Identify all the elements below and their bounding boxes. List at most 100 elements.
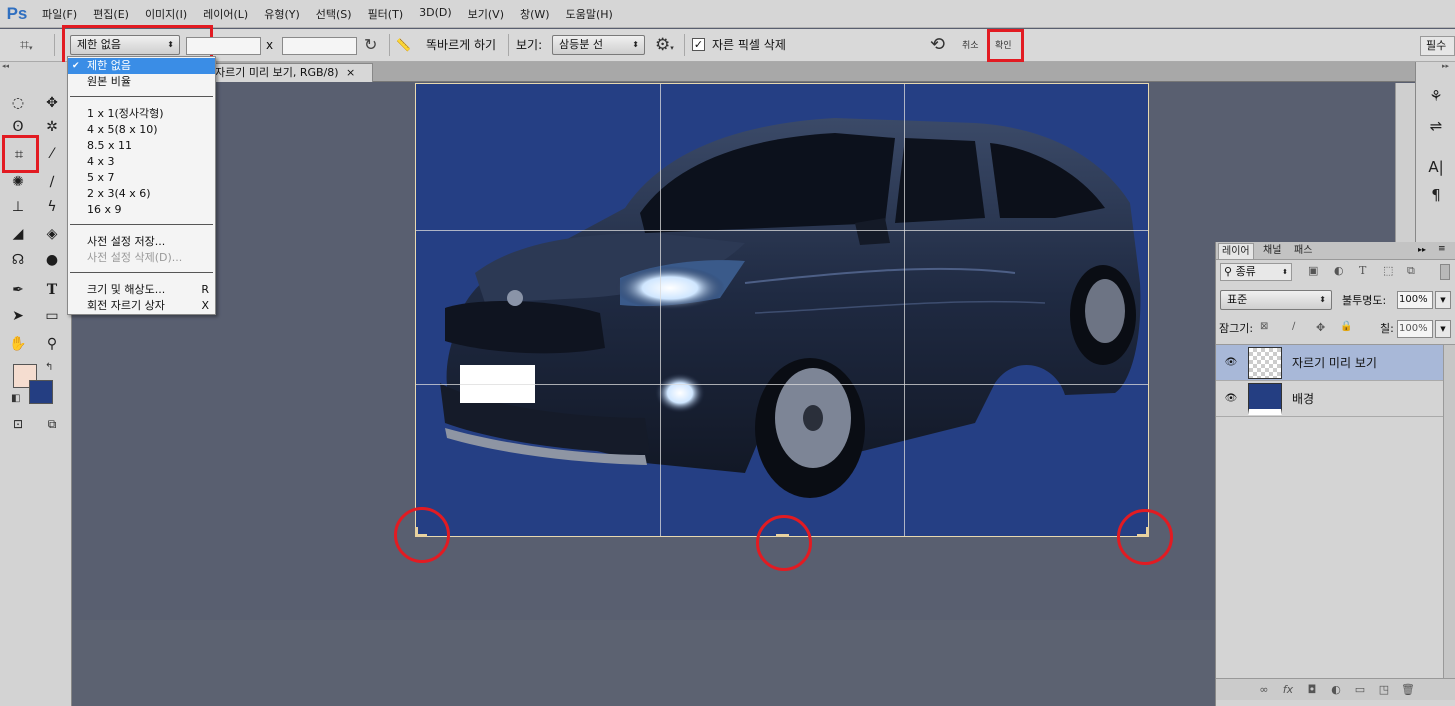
tab-paths[interactable]: 패스 (1291, 243, 1315, 259)
background-color-swatch[interactable] (29, 380, 53, 404)
opacity-dropdown-arrow[interactable]: ▼ (1435, 291, 1451, 309)
magic-wand-tool-icon[interactable]: ✲ (41, 117, 63, 137)
menu-item[interactable]: 3D(D) (411, 6, 460, 22)
filter-shape-icon[interactable]: ⬚ (1383, 264, 1393, 277)
fill-dropdown-arrow[interactable]: ▼ (1435, 320, 1451, 338)
lock-transparent-icon[interactable]: ⊠ (1260, 321, 1268, 332)
menu-item[interactable]: 필터(T) (360, 6, 412, 22)
brush-tool-icon[interactable]: ∕ (41, 172, 63, 192)
filter-adjustment-icon[interactable]: ◐ (1334, 264, 1344, 277)
link-layers-icon[interactable]: ∞ (1256, 682, 1272, 698)
visibility-eye-icon[interactable]: 👁 (1224, 356, 1238, 370)
panel-menu-icon[interactable]: ≡ (1438, 244, 1446, 254)
lock-all-icon[interactable]: 🔒 (1340, 321, 1352, 332)
dropdown-item[interactable]: 크기 및 해상도... R (68, 282, 215, 298)
new-group-icon[interactable]: ▭ (1352, 682, 1368, 698)
gear-icon[interactable]: ⚙▾ (655, 34, 677, 56)
document-tab[interactable]: 자르기 미리 보기, RGB/8) × (210, 63, 373, 82)
layer-row[interactable]: 👁 배경 (1216, 381, 1443, 417)
default-colors-icon[interactable]: ◧ (11, 393, 20, 404)
pen-tool-icon[interactable]: ✒ (7, 280, 29, 300)
fill-input[interactable]: 100% (1397, 320, 1433, 338)
add-mask-icon[interactable]: ◘ (1304, 682, 1320, 698)
crop-height-input[interactable] (282, 37, 357, 55)
rectangle-tool-icon[interactable]: ▭ (41, 306, 63, 326)
tab-channels[interactable]: 채널 (1260, 243, 1284, 259)
quick-mask-icon[interactable]: ⊡ (7, 414, 29, 434)
close-tab-icon[interactable]: × (346, 66, 355, 79)
adjustments-icon[interactable]: ⇌ (1424, 116, 1448, 136)
visibility-eye-icon[interactable]: 👁 (1224, 392, 1238, 406)
opacity-input[interactable]: 100% (1397, 291, 1433, 309)
cancel-crop-button[interactable]: 취소 (962, 38, 979, 51)
history-brush-tool-icon[interactable]: ϟ (41, 197, 63, 217)
healing-brush-tool-icon[interactable]: ✺ (7, 172, 29, 192)
paragraph-panel-icon[interactable]: ¶ (1424, 185, 1448, 205)
dodge-tool-icon[interactable]: ● (41, 250, 63, 270)
dropdown-item[interactable]: 사전 설정 저장... (68, 234, 215, 250)
paint-bucket-tool-icon[interactable]: ◈ (41, 224, 63, 244)
dropdown-item[interactable]: 8.5 x 11 (68, 138, 215, 154)
delete-layer-icon[interactable]: 🗑 (1400, 682, 1416, 698)
zoom-tool-icon[interactable]: ⚲ (41, 334, 63, 354)
swap-dimensions-icon[interactable]: ↻ (364, 35, 384, 55)
dropdown-item[interactable]: 5 x 7 (68, 170, 215, 186)
menu-item[interactable]: 창(W) (512, 6, 558, 22)
filter-pixel-icon[interactable]: ▣ (1308, 264, 1318, 277)
new-layer-icon[interactable]: ◳ (1376, 682, 1392, 698)
menu-item[interactable]: 편집(E) (85, 6, 137, 22)
menu-item[interactable]: 레이어(L) (195, 6, 256, 22)
crop-tool-preset-icon[interactable]: ⌗▾ (20, 35, 44, 55)
menu-item[interactable]: 도움말(H) (558, 6, 621, 22)
dropdown-item[interactable]: 16 x 9 (68, 202, 215, 218)
dropdown-item[interactable]: ✔ 제한 없음 (68, 58, 215, 74)
delete-cropped-checkbox[interactable]: ✓ (692, 38, 705, 51)
straighten-ruler-icon[interactable]: 📏 (396, 37, 416, 53)
menu-item[interactable]: 파일(F) (34, 6, 85, 22)
new-adjustment-layer-icon[interactable]: ◐ (1328, 682, 1344, 698)
crop-box[interactable] (415, 83, 1149, 537)
blur-tool-icon[interactable]: ☊ (7, 250, 29, 270)
dropdown-item[interactable]: 1 x 1(정사각형) (68, 106, 215, 122)
menu-item[interactable]: 이미지(I) (137, 6, 195, 22)
layer-row[interactable]: 👁 자르기 미리 보기 (1216, 345, 1443, 381)
layer-style-fx-icon[interactable]: fx (1280, 682, 1296, 698)
collapse-arrows-icon[interactable]: ◂◂ (2, 62, 14, 70)
eyedropper-tool-icon[interactable]: ⁄ (41, 144, 63, 164)
crop-width-input[interactable] (186, 37, 261, 55)
dropdown-item[interactable]: 2 x 3(4 x 6) (68, 186, 215, 202)
expand-panel-icon[interactable]: ▸▸ (1418, 245, 1426, 254)
lasso-tool-icon[interactable]: ʘ (7, 117, 29, 137)
screen-mode-icon[interactable]: ⧉ (41, 414, 63, 434)
filter-toggle[interactable] (1440, 264, 1450, 280)
move-tool-icon[interactable]: ✥ (41, 93, 63, 113)
dropdown-item[interactable]: 회전 자르기 상자 X (68, 298, 215, 314)
filter-smart-object-icon[interactable]: ⧉ (1407, 264, 1415, 278)
hand-tool-icon[interactable]: ✋ (7, 334, 29, 354)
lock-pixels-icon[interactable]: ∕ (1292, 321, 1295, 332)
layers-scrollbar[interactable] (1443, 345, 1455, 678)
type-tool-icon[interactable]: T (41, 280, 63, 300)
menu-item[interactable]: 선택(S) (308, 6, 360, 22)
menu-item[interactable]: 보기(V) (460, 6, 512, 22)
dropdown-item[interactable]: 4 x 5(8 x 10) (68, 122, 215, 138)
layer-filter-select[interactable]: ⚲ 종류 ⬍ (1220, 263, 1292, 281)
brush-presets-icon[interactable]: ⚘ (1424, 86, 1448, 106)
stamp-tool-icon[interactable]: ⊥ (7, 197, 29, 217)
menu-item[interactable]: 유형(Y) (256, 6, 308, 22)
blend-mode-select[interactable]: 표준 ⬍ (1220, 290, 1332, 310)
path-selection-tool-icon[interactable]: ➤ (7, 306, 29, 326)
collapse-arrows-icon[interactable]: ▸▸ (1442, 62, 1454, 70)
overlay-view-select[interactable]: 삼등분 선 ⬍ (552, 35, 645, 55)
lock-position-icon[interactable]: ✥ (1316, 321, 1325, 334)
eraser-tool-icon[interactable]: ◢ (7, 224, 29, 244)
dropdown-item[interactable]: 원본 비율 (68, 74, 215, 90)
swap-colors-icon[interactable]: ↰ (45, 362, 53, 373)
straighten-button[interactable]: 똑바르게 하기 (426, 35, 496, 55)
reset-icon[interactable]: ⟲ (930, 34, 952, 56)
filter-type-icon[interactable]: T (1359, 264, 1366, 277)
dropdown-item[interactable]: 4 x 3 (68, 154, 215, 170)
workspace-button[interactable]: 필수 (1420, 36, 1455, 56)
tab-layers[interactable]: 레이어 (1218, 243, 1254, 259)
character-panel-icon[interactable]: A| (1424, 157, 1448, 177)
